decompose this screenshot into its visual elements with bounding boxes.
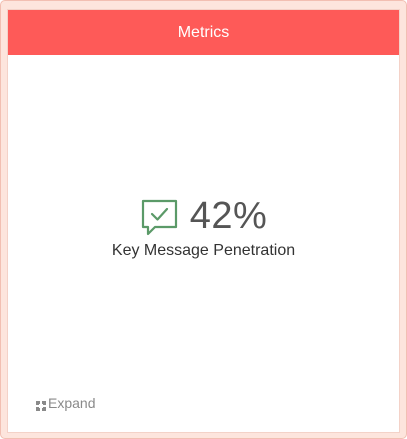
expand-link[interactable]: Expand (36, 395, 95, 411)
metric-label: Key Message Penetration (111, 242, 296, 259)
metric-row: 42% (8, 194, 399, 238)
expand-label: Expand (48, 395, 96, 411)
widget-frame: Metrics 42% Key Message Penetration Expa… (0, 0, 407, 439)
metric-value: 42% (189, 194, 268, 237)
card-title: Metrics (177, 23, 230, 41)
metrics-card: Metrics 42% Key Message Penetration Expa… (7, 9, 400, 433)
chat-check-icon (140, 198, 180, 238)
card-header: Metrics (8, 10, 399, 55)
expand-icon (36, 398, 46, 411)
